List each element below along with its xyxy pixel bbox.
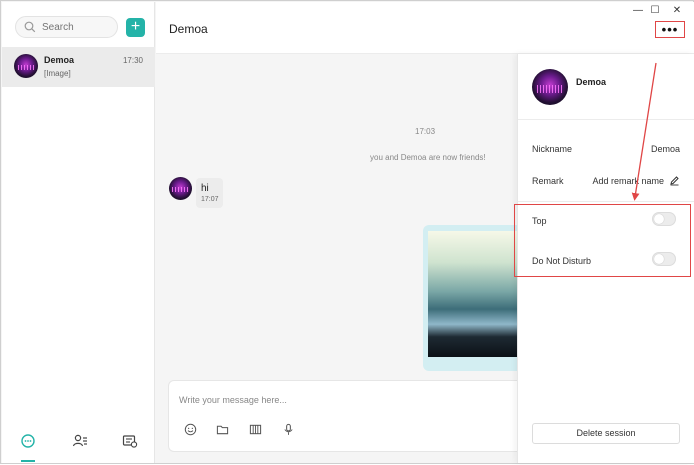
message-input[interactable]: Write your message here... <box>179 395 287 405</box>
close-button[interactable]: ✕ <box>670 5 684 16</box>
divider <box>518 119 694 120</box>
add-button[interactable]: + <box>126 18 145 37</box>
message-text: hi <box>201 183 209 194</box>
session-item[interactable]: Demoa 17:30 [Image] <box>2 47 155 87</box>
app-window: + Demoa 17:30 [Image] Demoa — ☐ ✕ <box>0 0 694 464</box>
image-preview[interactable] <box>428 231 523 357</box>
delete-session-button[interactable]: Delete session <box>532 423 680 444</box>
search-icon <box>24 21 36 33</box>
message-composer[interactable]: Write your message here... <box>168 380 528 452</box>
session-name: Demoa <box>44 55 75 65</box>
profile-name: Demoa <box>576 77 607 87</box>
remark-label: Remark <box>532 176 564 186</box>
groups-icon[interactable] <box>122 433 140 451</box>
minimize-button[interactable]: — <box>631 5 645 16</box>
screenshot-icon[interactable] <box>249 423 263 437</box>
bottom-nav <box>2 423 155 463</box>
annotation-highlight-box <box>514 204 691 277</box>
search-box[interactable] <box>15 16 118 38</box>
divider <box>518 201 694 202</box>
avatar <box>14 54 38 78</box>
avatar <box>169 177 192 200</box>
emoji-icon[interactable] <box>184 423 198 437</box>
edit-icon[interactable] <box>669 175 680 186</box>
maximize-button[interactable]: ☐ <box>648 5 662 16</box>
image-message[interactable] <box>423 225 523 371</box>
more-options-button[interactable]: ••• <box>655 21 685 38</box>
timestamp: 17:03 <box>415 127 436 136</box>
message-bubble: hi 17:07 <box>196 178 223 208</box>
avatar <box>532 69 568 105</box>
nickname-label: Nickname <box>532 144 573 154</box>
folder-icon[interactable] <box>216 423 230 437</box>
remark-input[interactable]: Add remark name <box>592 176 664 186</box>
chat-title: Demoa <box>169 22 208 36</box>
contacts-icon[interactable] <box>72 433 90 451</box>
sidebar: + Demoa 17:30 [Image] <box>2 2 155 463</box>
microphone-icon[interactable] <box>282 423 296 437</box>
session-preview: [Image] <box>44 69 71 78</box>
nav-active-indicator <box>21 460 35 462</box>
chat-header: Demoa — ☐ ✕ ••• <box>156 2 694 54</box>
message-time: 17:07 <box>201 196 219 203</box>
session-time: 17:30 <box>122 56 143 65</box>
system-message: you and Demoa are now friends! <box>370 153 486 162</box>
search-input[interactable] <box>42 21 112 33</box>
nickname-value: Demoa <box>650 144 680 154</box>
chat-icon[interactable] <box>20 433 38 451</box>
